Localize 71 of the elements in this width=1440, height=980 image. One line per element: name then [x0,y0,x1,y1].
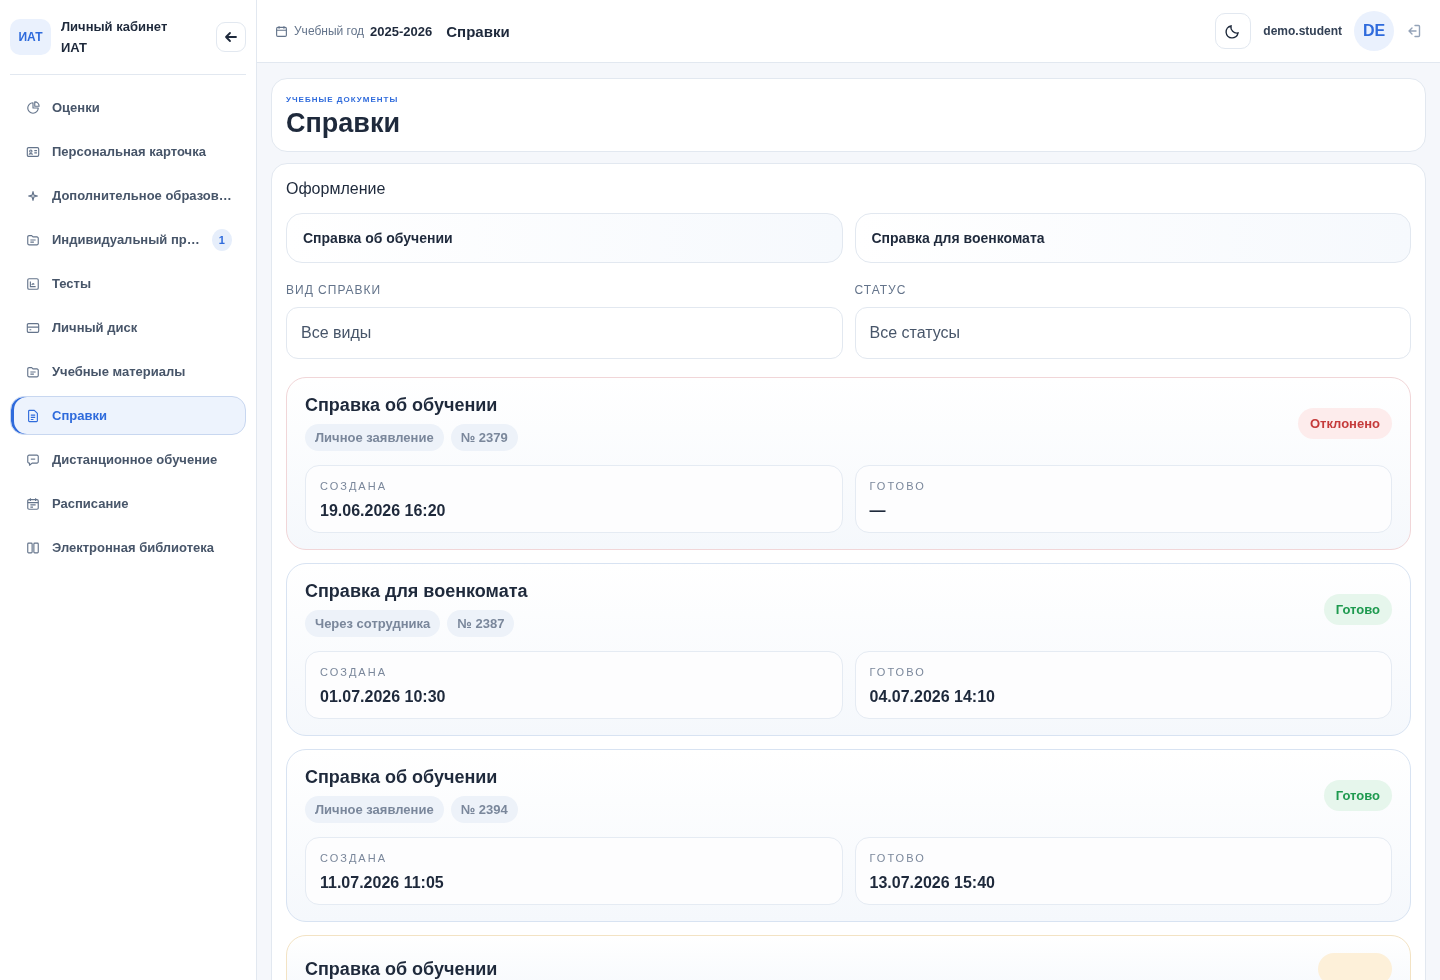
request-title: Справка об обучении [305,767,498,788]
field-value: 19.06.2026 16:20 [320,502,446,520]
moon-icon [1225,23,1242,39]
sidebar-item[interactable]: Расписание [10,484,246,523]
sidebar-item[interactable]: Оценки [10,88,246,127]
tag: Через сотрудника [305,610,441,637]
filter-label: СТАТУС [854,283,907,297]
field-value: 11.07.2026 11:05 [320,874,444,892]
sidebar-item[interactable]: Тесты [10,264,246,303]
field-value: 04.07.2026 14:10 [869,688,995,706]
year-label: Учебный год [294,24,365,38]
avatar[interactable]: DE [1354,11,1394,51]
nav-icon [26,276,40,291]
tag: № 2387 [447,610,515,637]
nav-icon [26,188,40,203]
sidebar-item[interactable]: Персональная карточка [10,132,246,171]
filter-select[interactable]: Все статусы [854,307,1411,359]
field-value: 13.07.2026 15:40 [869,874,995,892]
tag: Личное заявление [305,424,444,451]
nav-icon [26,496,40,511]
tag: Личное заявление [305,796,444,823]
sidebar-item[interactable]: Учебные материалы [10,352,246,391]
tag: № 2379 [450,424,518,451]
sidebar-item[interactable]: Электронная библиотека [10,528,246,567]
filter-select[interactable]: Все виды [286,307,843,359]
nav-icon [26,100,40,115]
filter-label: ВИД СПРАВКИ [286,283,382,297]
sidebar-item[interactable]: Справки [10,396,246,435]
nav-icon [26,408,40,423]
field-label: СОЗДАНА [320,852,387,864]
order-button[interactable]: Справка об обучении [286,213,843,263]
nav-icon [26,232,40,247]
year-value: 2025-2026 [370,23,433,39]
field-label: ГОТОВО [869,852,926,864]
app-title: Личный кабинет [61,19,169,34]
count-badge: 1 [211,228,232,251]
nav-icon [26,144,40,159]
collapse-button[interactable] [216,22,246,52]
tag: № 2394 [450,796,518,823]
request-title: Справка об обучении [305,395,498,416]
status-badge: Готово [1323,593,1392,625]
theme-toggle-button[interactable] [1215,13,1252,49]
logo: ИАТ [10,19,51,55]
sidebar-item[interactable]: Индивидуальный пр… 1 [10,220,246,259]
field-label: СОЗДАНА [320,480,387,492]
nav-icon [26,452,40,467]
field-label: СОЗДАНА [320,666,387,678]
sidebar-item[interactable]: Дистанционное обучение [10,440,246,479]
logout-icon[interactable] [1406,23,1422,39]
field-label: ГОТОВО [869,480,926,492]
field-value: — [869,502,886,520]
field-label: ГОТОВО [869,666,926,678]
field-value: 01.07.2026 10:30 [320,688,446,706]
username: demo.student [1263,24,1342,38]
sidebar-item[interactable]: Личный диск [10,308,246,347]
app-subtitle: ИАТ [61,40,89,55]
nav-icon [26,540,40,555]
sidebar-item[interactable]: Дополнительное образов… [10,176,246,215]
page-title: Справки [446,22,510,40]
page-heading: Справки [286,108,401,139]
calendar-icon [275,24,288,38]
status-badge: Готово [1323,779,1392,811]
back-arrow-icon [224,30,238,44]
request-title: Справка об обучении [305,958,498,980]
nav-icon [26,320,40,335]
request-title: Справка для военкомата [305,581,528,602]
status-badge: Отклонено [1297,407,1392,439]
order-button[interactable]: Справка для военкомата [854,213,1411,263]
order-title: Оформление [286,180,386,198]
nav-icon [26,364,40,379]
section-eyebrow: УЧЕБНЫЕ ДОКУМЕНТЫ [286,95,399,104]
